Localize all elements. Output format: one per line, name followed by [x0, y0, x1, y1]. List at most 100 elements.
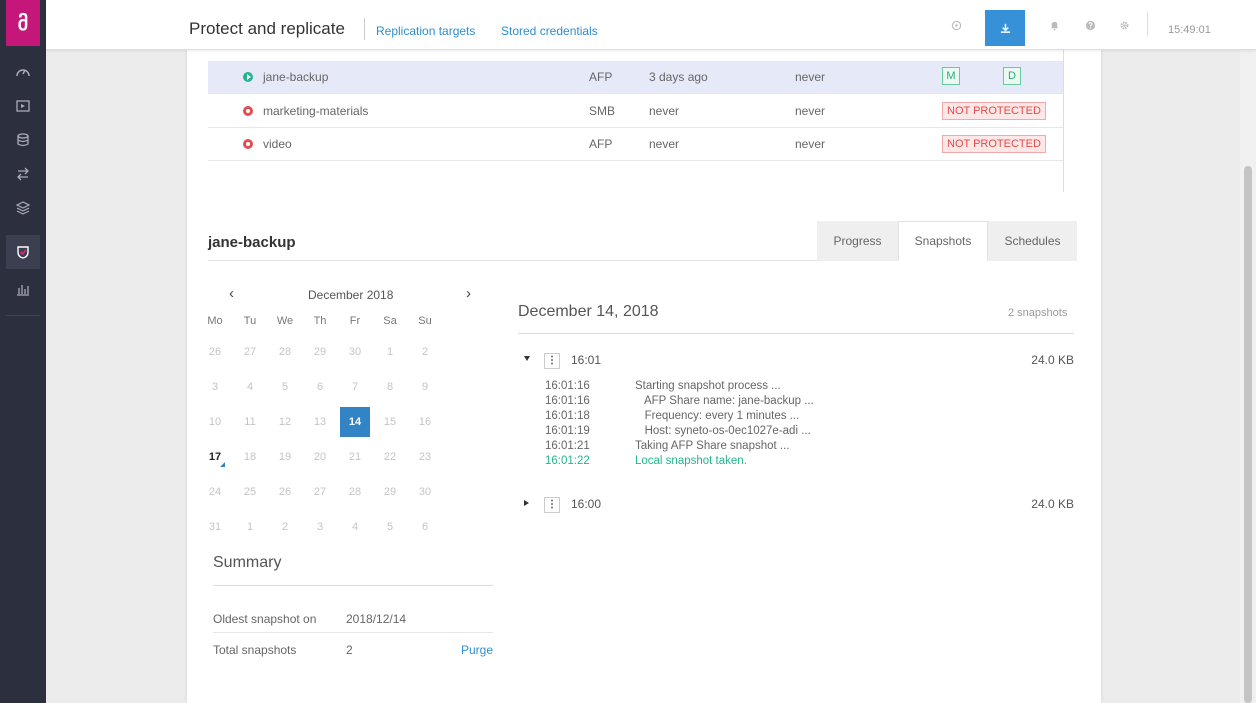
calendar-day[interactable]: 3: [200, 372, 230, 402]
logo-icon[interactable]: მ: [6, 0, 40, 46]
snapshot-entry-header[interactable]: ⋮ 16:00 24.0 KB: [518, 495, 1074, 515]
calendar-day[interactable]: 21: [340, 442, 370, 472]
calendar-day[interactable]: 28: [270, 337, 300, 367]
snapshot-entry-header[interactable]: ⋮ 16:01 24.0 KB: [518, 351, 1074, 371]
calendar-day[interactable]: 10: [200, 407, 230, 437]
table-scrollbar[interactable]: [1063, 44, 1064, 192]
unprotected-status-icon: [243, 139, 253, 149]
calendar-day[interactable]: 13: [305, 407, 335, 437]
calendar-day[interactable]: 26: [200, 337, 230, 367]
stored-credentials-link[interactable]: Stored credentials: [501, 24, 598, 38]
snapshot-time: 16:00: [571, 497, 602, 511]
calendar-weekday: Fr: [349, 315, 361, 327]
calendar-day[interactable]: 17: [200, 442, 230, 472]
log-time: 16:01:21: [545, 440, 590, 452]
calendar-weekday: Mo: [207, 315, 223, 327]
calendar-day[interactable]: 4: [340, 512, 370, 542]
media-icon[interactable]: [6, 89, 40, 123]
share-row-marketing-materials[interactable]: marketing-materials SMB never never NOT …: [208, 95, 1063, 128]
bell-icon[interactable]: [1039, 10, 1069, 40]
calendar-day[interactable]: 3: [305, 512, 335, 542]
help-icon[interactable]: [1075, 10, 1105, 40]
calendar-day[interactable]: 5: [375, 512, 405, 542]
circle-icon[interactable]: [941, 10, 971, 40]
log-line-success: 16:01:22 Local snapshot taken.: [545, 455, 1045, 469]
log-message: Starting snapshot process ...: [635, 380, 781, 392]
schedule-badge-d[interactable]: D: [1003, 67, 1021, 85]
log-message: AFP Share name: jane-backup ...: [635, 395, 814, 407]
calendar-day[interactable]: 6: [305, 372, 335, 402]
calendar-day[interactable]: 12: [270, 407, 300, 437]
expand-icon[interactable]: [524, 500, 529, 506]
calendar-day[interactable]: 15: [375, 407, 405, 437]
log-time: 16:01:16: [545, 380, 590, 392]
page-scrollbar[interactable]: [1240, 50, 1256, 703]
calendar-day[interactable]: 24: [200, 477, 230, 507]
transfer-icon[interactable]: [6, 157, 40, 191]
calendar-day[interactable]: 20: [305, 442, 335, 472]
gear-icon[interactable]: [1109, 10, 1139, 40]
layers-icon[interactable]: [6, 191, 40, 225]
calendar-day[interactable]: 14: [340, 407, 370, 437]
calendar-day[interactable]: 2: [270, 512, 300, 542]
calendar-day[interactable]: 29: [305, 337, 335, 367]
calendar-day[interactable]: 6: [410, 512, 440, 542]
calendar-day[interactable]: 23: [410, 442, 440, 472]
calendar-day[interactable]: 18: [235, 442, 265, 472]
calendar-day[interactable]: 22: [375, 442, 405, 472]
collapse-icon[interactable]: [524, 356, 530, 361]
snapshot-menu-icon[interactable]: ⋮: [544, 353, 560, 369]
protect-icon[interactable]: [6, 235, 40, 269]
calendar-day[interactable]: 1: [375, 337, 405, 367]
stats-icon[interactable]: [6, 272, 40, 306]
share-row-jane-backup[interactable]: jane-backup AFP 3 days ago never M D: [208, 61, 1063, 94]
calendar-day[interactable]: 27: [305, 477, 335, 507]
calendar-day[interactable]: 7: [340, 372, 370, 402]
snapshot-size: 24.0 KB: [1031, 497, 1074, 511]
summary-divider: [213, 585, 493, 586]
snapshot-menu-icon[interactable]: ⋮: [544, 497, 560, 513]
log-line: 16:01:19 Host: syneto-os-0ec1027e-adi ..…: [545, 425, 1045, 439]
share-last-snapshot: never: [649, 137, 680, 151]
replication-targets-link[interactable]: Replication targets: [376, 24, 475, 38]
calendar-day[interactable]: 16: [410, 407, 440, 437]
tab-progress[interactable]: Progress: [817, 221, 898, 261]
calendar-day[interactable]: 31: [200, 512, 230, 542]
tab-snapshots[interactable]: Snapshots: [898, 221, 988, 261]
download-icon[interactable]: [985, 10, 1025, 46]
calendar-day[interactable]: 8: [375, 372, 405, 402]
summary-total-label: Total snapshots: [213, 643, 297, 657]
calendar-prev-button[interactable]: ‹: [229, 285, 234, 302]
page-title: Protect and replicate: [189, 19, 345, 38]
storage-icon[interactable]: [6, 123, 40, 157]
log-line: 16:01:21 Taking AFP Share snapshot ...: [545, 440, 1045, 454]
calendar-day[interactable]: 19: [270, 442, 300, 472]
calendar-day[interactable]: 26: [270, 477, 300, 507]
log-message: Frequency: every 1 minutes ...: [635, 410, 800, 422]
calendar-day[interactable]: 11: [235, 407, 265, 437]
scrollbar-thumb[interactable]: [1244, 166, 1252, 703]
calendar-day[interactable]: 4: [235, 372, 265, 402]
schedule-badge-m[interactable]: M: [942, 67, 960, 85]
status-badge: NOT PROTECTED: [942, 135, 1046, 153]
calendar-day[interactable]: 9: [410, 372, 440, 402]
calendar-day[interactable]: 30: [410, 477, 440, 507]
share-row-video[interactable]: video AFP never never NOT PROTECTED: [208, 128, 1063, 161]
calendar-weekday: Tu: [243, 315, 257, 327]
calendar-day[interactable]: 29: [375, 477, 405, 507]
summary-oldest-row: Oldest snapshot on 2018/12/14: [213, 603, 493, 633]
calendar-day[interactable]: 1: [235, 512, 265, 542]
calendar-day[interactable]: 27: [235, 337, 265, 367]
calendar-day[interactable]: 5: [270, 372, 300, 402]
dashboard-icon[interactable]: [6, 55, 40, 89]
tab-schedules[interactable]: Schedules: [988, 221, 1077, 261]
calendar-weekday: Su: [418, 315, 432, 327]
calendar-day[interactable]: 28: [340, 477, 370, 507]
calendar-next-button[interactable]: ›: [466, 285, 471, 302]
detail-title: jane-backup: [208, 234, 296, 251]
calendar-day[interactable]: 30: [340, 337, 370, 367]
calendar-day[interactable]: 2: [410, 337, 440, 367]
share-last-replication: never: [795, 137, 826, 151]
purge-link[interactable]: Purge: [461, 643, 493, 657]
calendar-day[interactable]: 25: [235, 477, 265, 507]
